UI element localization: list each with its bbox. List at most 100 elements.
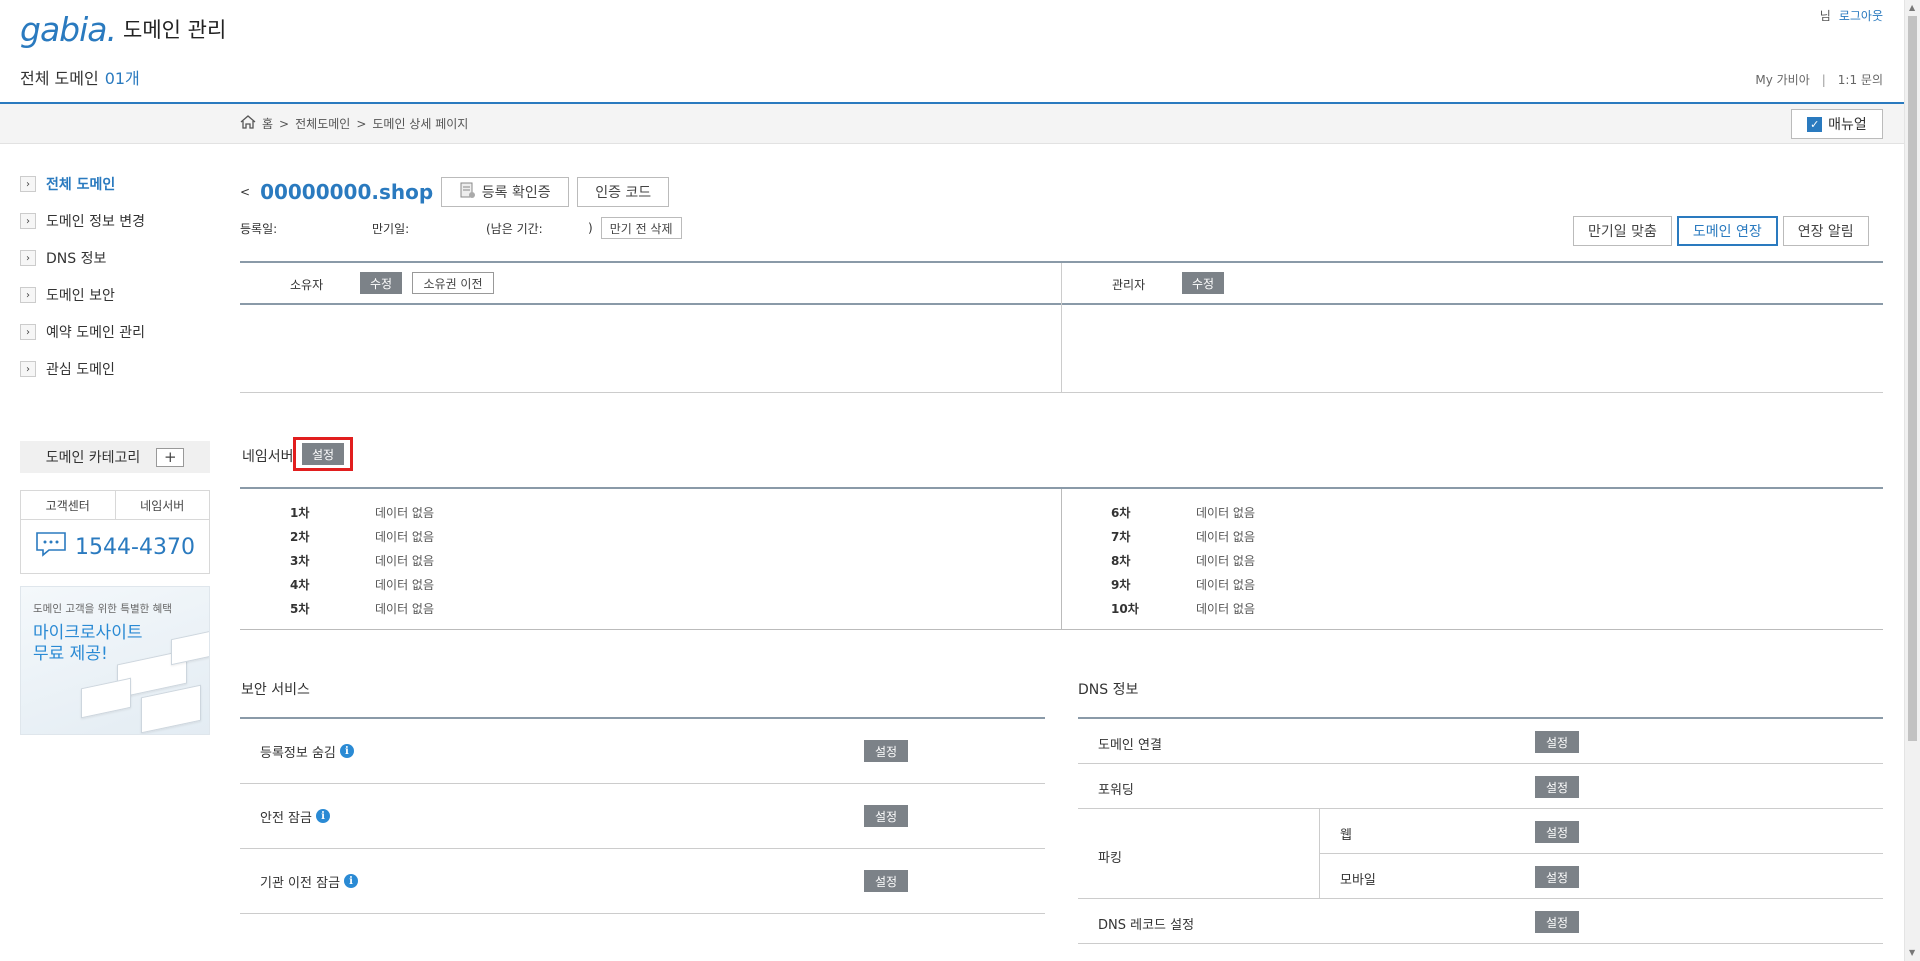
document-icon [460, 182, 476, 203]
expiry-match-button[interactable]: 만기일 맞춤 [1573, 216, 1672, 246]
forwarding-set-button[interactable]: 설정 [1535, 776, 1579, 798]
info-icon[interactable]: i [339, 744, 354, 758]
breadcrumb-separator: > [356, 116, 367, 131]
ns-value: 데이터 없음 [375, 554, 435, 568]
dns-table: 도메인 연결 설정 포워딩 설정 파킹 웹 설정 모바일 설정 DNS 레코드 … [1078, 717, 1883, 945]
nameserver-title: 네임서버 [242, 449, 294, 465]
ns-value: 데이터 없음 [1196, 530, 1256, 544]
ownership-transfer-button[interactable]: 소유권 이전 [412, 272, 494, 294]
domain-count: 전체 도메인 01개 [20, 65, 140, 89]
sidebar-item-interest[interactable]: › 관심 도메인 [20, 359, 115, 379]
ns-value: 데이터 없음 [1196, 602, 1256, 616]
tab-customer-center[interactable]: 고객센터 [21, 491, 116, 519]
domain-name: 00000000.shop [260, 180, 434, 204]
owner-edit-button[interactable]: 수정 [360, 272, 402, 294]
list-item: 5차 데이터 없음 [240, 600, 434, 617]
nameserver-set-button[interactable]: 설정 [302, 443, 344, 465]
ns-index: 10차 [1111, 602, 1139, 616]
ns-index: 1차 [290, 506, 310, 520]
dns-row-label: 도메인 연결 [1098, 738, 1162, 753]
chevron-right-icon: › [20, 213, 36, 229]
ns-index: 7차 [1111, 530, 1131, 544]
vertical-scrollbar[interactable]: ▲ ▼ [1904, 0, 1920, 961]
safe-lock-set-button[interactable]: 설정 [864, 805, 908, 827]
top-links: My 가비아 | 1:1 문의 [1755, 71, 1883, 88]
scroll-thumb[interactable] [1908, 16, 1917, 741]
scroll-up-icon[interactable]: ▲ [1909, 3, 1915, 12]
my-gabia-link[interactable]: My 가비아 [1755, 73, 1809, 87]
manual-button[interactable]: ✓ 매뉴얼 [1791, 109, 1883, 139]
chevron-right-icon: › [20, 361, 36, 377]
domain-renew-button[interactable]: 도메인 연장 [1676, 216, 1778, 246]
scroll-down-icon[interactable]: ▼ [1909, 948, 1915, 957]
back-button[interactable]: < [240, 185, 250, 199]
ns-index: 9차 [1111, 578, 1131, 592]
sidebar-item-reserved[interactable]: › 예약 도메인 관리 [20, 322, 145, 342]
table-row: DNS 레코드 설정 설정 [1078, 899, 1883, 944]
admin-label: 관리자 [1112, 278, 1146, 292]
logout-link[interactable]: 로그아웃 [1839, 9, 1883, 23]
ns-index: 3차 [290, 554, 310, 568]
gabia-logo[interactable]: gabia. [20, 10, 117, 49]
domain-actions: 만기일 맞춤 도메인 연장 연장 알림 [1573, 216, 1869, 246]
table-row: 도메인 연결 설정 [1078, 719, 1883, 764]
promo-illustration [171, 630, 209, 666]
microsite-promo-banner[interactable]: 도메인 고객을 위한 특별한 혜택 마이크로사이트 무료 제공! [20, 586, 210, 735]
dns-record-set-button[interactable]: 설정 [1535, 911, 1579, 933]
renewal-alert-button[interactable]: 연장 알림 [1782, 216, 1869, 246]
promo-subtitle: 도메인 고객을 위한 특별한 혜택 [33, 603, 172, 615]
parking-web-set-button[interactable]: 설정 [1535, 821, 1579, 843]
list-item: 7차 데이터 없음 [1061, 528, 1255, 545]
info-icon[interactable]: i [344, 874, 359, 888]
security-title: 보안 서비스 [241, 682, 310, 698]
sidebar-item-dns[interactable]: › DNS 정보 [20, 248, 106, 268]
nameserver-set-highlight: 설정 [293, 437, 353, 471]
chevron-right-icon: › [20, 250, 36, 266]
security-row-label: 등록정보 숨김 [260, 745, 336, 761]
parking-cell: 파킹 [1078, 809, 1320, 899]
expiration-date-label: 만기일: [372, 221, 410, 236]
security-row-label: 기관 이전 잠금 [260, 875, 341, 891]
dns-row-label: DNS 레코드 설정 [1098, 918, 1195, 933]
checkbox-icon: ✓ [1807, 116, 1823, 132]
inquiry-link[interactable]: 1:1 문의 [1838, 73, 1883, 87]
sidebar-item-all-domains[interactable]: › 전체 도메인 [20, 174, 115, 194]
ns-index: 5차 [290, 602, 310, 616]
sidebar-item-security[interactable]: › 도메인 보안 [20, 285, 115, 305]
admin-edit-button[interactable]: 수정 [1182, 272, 1224, 294]
chat-bubble-icon [35, 531, 67, 563]
sidebar-item-domain-info[interactable]: › 도메인 정보 변경 [20, 211, 145, 231]
domain-connect-set-button[interactable]: 설정 [1535, 731, 1579, 753]
cert-label: 등록 확인증 [481, 185, 551, 201]
category-add-button[interactable]: + [156, 447, 185, 467]
table-row: 등록정보 숨김 i 설정 [240, 719, 1045, 784]
list-item: 4차 데이터 없음 [240, 576, 434, 593]
privacy-protection-set-button[interactable]: 설정 [864, 740, 908, 762]
promo-illustration [141, 684, 201, 734]
remaining-period-close: ) [588, 221, 593, 235]
breadcrumb-home[interactable]: 홈 [262, 115, 273, 132]
auth-code-button[interactable]: 인증 코드 [577, 177, 670, 207]
tab-nameserver[interactable]: 네임서버 [116, 491, 210, 519]
breadcrumb-current: 도메인 상세 페이지 [372, 117, 469, 131]
remaining-period-label: (남은 기간: [486, 221, 543, 236]
chevron-right-icon: › [20, 287, 36, 303]
phone-number: 1544-4370 [75, 534, 195, 560]
list-item: 6차 데이터 없음 [1061, 504, 1255, 521]
domain-count-value: 01개 [104, 69, 140, 88]
ns-value: 데이터 없음 [375, 578, 435, 592]
manual-label: 매뉴얼 [1828, 117, 1867, 133]
registration-certificate-button[interactable]: 등록 확인증 [441, 177, 570, 207]
breadcrumb-all-domains[interactable]: 전체도메인 [295, 115, 350, 132]
column-divider [1061, 263, 1062, 393]
early-delete-button[interactable]: 만기 전 삭제 [600, 217, 682, 239]
ns-index: 2차 [290, 530, 310, 544]
transfer-lock-set-button[interactable]: 설정 [864, 870, 908, 892]
home-icon[interactable] [240, 115, 256, 132]
app-title: 도메인 관리 [123, 18, 227, 42]
info-icon[interactable]: i [315, 809, 330, 823]
security-row-label: 안전 잠금 [260, 810, 312, 826]
parking-mobile-set-button[interactable]: 설정 [1535, 866, 1579, 888]
sidebar-item-label: 전체 도메인 [46, 177, 116, 193]
table-row: 안전 잠금 i 설정 [240, 784, 1045, 849]
